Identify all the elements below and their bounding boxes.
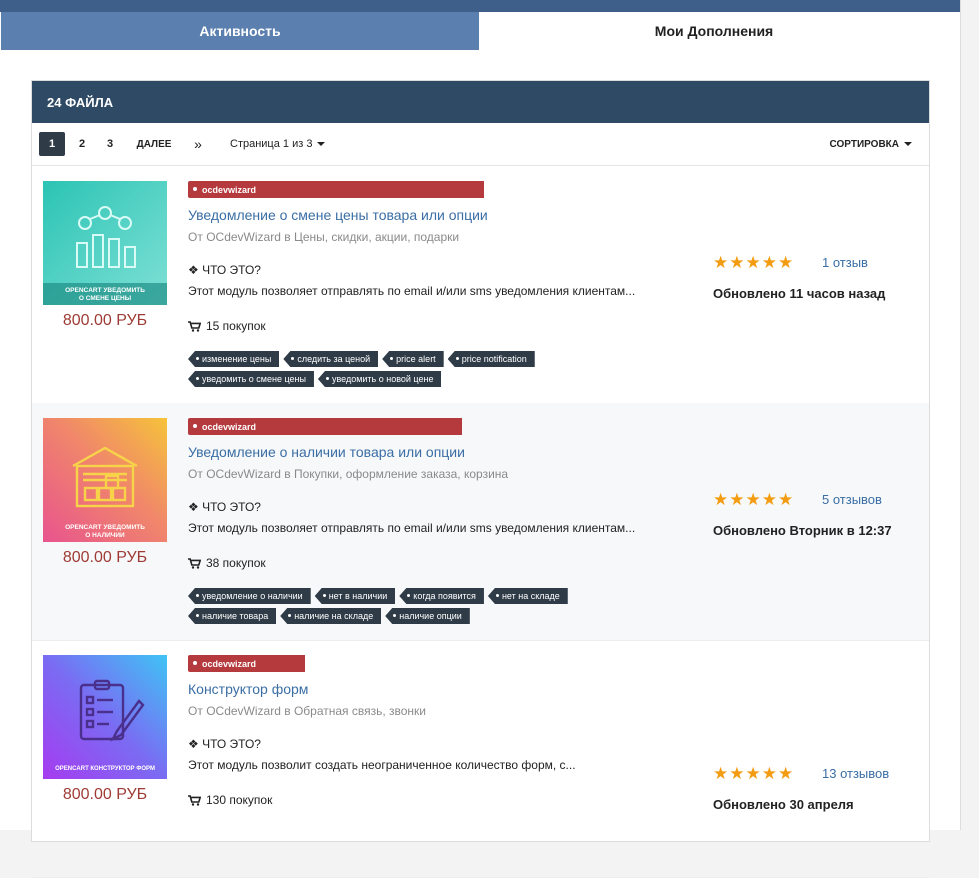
file-title-link[interactable]: Конструктор форм <box>188 681 308 697</box>
category-link[interactable]: Покупки, оформление заказа, корзина <box>294 467 508 481</box>
author-badge[interactable]: ocdevwizard <box>188 418 462 435</box>
cart-icon <box>188 320 201 332</box>
rating-stars: ★★★★★ <box>713 490 794 510</box>
sort-dropdown[interactable]: СОРТИРОВКА <box>830 132 912 156</box>
page-jump-dropdown[interactable]: Страница 1 из 3 <box>230 132 326 156</box>
byline: От OCdevWizard в Покупки, оформление зак… <box>188 467 509 481</box>
price: 800.00 РУБ <box>62 549 148 566</box>
file-title-link[interactable]: Уведомление о смене цены товара или опци… <box>188 207 488 223</box>
author-link[interactable]: OCdevWizard <box>206 467 281 481</box>
reviews-link[interactable]: 1 отзыв <box>822 253 868 273</box>
page-info-label: Страница 1 из 3 <box>230 138 313 150</box>
cart-icon <box>188 794 201 806</box>
tag[interactable]: нет в наличии <box>314 588 396 604</box>
tag[interactable]: следить за ценой <box>283 351 379 367</box>
product-thumbnail[interactable]: OPENCART УВЕДОМИТЬ О СМЕНЕ ЦЕНЫ <box>43 181 167 305</box>
caret-down-icon <box>317 142 326 146</box>
purchase-count: 15 покупок <box>188 319 266 333</box>
reviews-link[interactable]: 5 отзывов <box>822 490 882 510</box>
tag[interactable]: уведомление о наличии <box>188 588 311 604</box>
product-thumbnail[interactable]: OPENCART КОНСТРУКТОР ФОРМ <box>43 655 167 779</box>
tag-list: изменение цены следить за ценой price aler… <box>188 349 638 389</box>
page-2-button[interactable]: 2 <box>72 132 92 156</box>
what-is-heading: ❖ ЧТО ЭТО? <box>188 737 261 751</box>
star-icons: ★★★★★ <box>713 253 795 272</box>
thumb-caption: OPENCART УВЕДОМИТЬ <box>65 524 145 531</box>
tag[interactable]: наличие на складе <box>280 608 382 624</box>
cart-icon <box>188 557 201 569</box>
file-description: Этот модуль позволяет отправлять по emai… <box>188 521 636 535</box>
what-is-heading: ❖ ЧТО ЭТО? <box>188 263 261 277</box>
author-badge[interactable]: ocdevwizard <box>188 655 305 672</box>
file-list-item: OPENCART УВЕДОМИТЬ О НАЛИЧИИ 800.00 РУБ … <box>32 403 929 641</box>
author-badge[interactable]: ocdevwizard <box>188 181 484 198</box>
file-description: Этот модуль позволяет отправлять по emai… <box>188 284 636 298</box>
byline: От OCdevWizard в Цены, скидки, акции, по… <box>188 230 460 244</box>
tag[interactable]: наличие товара <box>188 608 277 624</box>
tag[interactable]: изменение цены <box>188 351 280 367</box>
updated-timestamp: Обновлено 30 апреля <box>713 797 854 812</box>
tag[interactable]: уведомить о смене цены <box>188 371 314 387</box>
reviews-link[interactable]: 13 отзывов <box>822 764 889 784</box>
rating-stars: ★★★★★ <box>713 764 794 784</box>
price: 800.00 РУБ <box>62 786 148 803</box>
tab-bar: Активность Мои Дополнения <box>1 12 948 50</box>
files-panel: 24 ФАЙЛА 1 2 3 ДАЛЕЕ » Страница 1 из 3 С… <box>31 80 930 878</box>
updated-timestamp: Обновлено Вторник в 12:37 <box>713 523 892 538</box>
author-link[interactable]: OCdevWizard <box>206 704 281 718</box>
file-list-item: OPENCART УВЕДОМИТЬ О СМЕНЕ ЦЕНЫ 800.00 Р… <box>32 166 929 404</box>
star-icons: ★★★★★ <box>713 490 795 509</box>
file-description: Этот модуль позволит создать неограничен… <box>188 758 576 772</box>
top-bar <box>0 0 960 12</box>
rating-stars: ★★★★★ <box>713 253 794 273</box>
page-1-button[interactable]: 1 <box>39 132 65 156</box>
byline: От OCdevWizard в Обратная связь, звонки <box>188 704 427 718</box>
file-list-item: OPENCART КОНСТРУКТОР ФОРМ 800.00 РУБ ocd… <box>32 640 929 878</box>
next-page-button[interactable]: ДАЛЕЕ <box>132 132 176 156</box>
what-is-heading: ❖ ЧТО ЭТО? <box>188 500 261 514</box>
category-link[interactable]: Цены, скидки, акции, подарки <box>294 230 459 244</box>
panel-title: 24 ФАЙЛА <box>32 81 929 123</box>
page-frame: Активность Мои Дополнения 24 ФАЙЛА 1 2 3… <box>0 0 961 878</box>
tag-list: уведомление о наличии нет в наличии когда … <box>188 586 638 626</box>
purchase-count: 130 покупок <box>188 793 272 807</box>
tag[interactable]: уведомить о новой цене <box>317 371 442 387</box>
thumb-caption: OPENCART КОНСТРУКТОР ФОРМ <box>55 766 155 772</box>
sort-label: СОРТИРОВКА <box>829 138 899 150</box>
purchase-count: 38 покупок <box>188 556 266 570</box>
category-link[interactable]: Обратная связь, звонки <box>294 704 426 718</box>
tab-activity[interactable]: Активность <box>1 12 479 50</box>
thumb-caption: О СМЕНЕ ЦЕНЫ <box>79 295 131 302</box>
tag[interactable]: наличие опции <box>385 608 470 624</box>
pagination-bar: 1 2 3 ДАЛЕЕ » Страница 1 из 3 СОРТИРОВКА <box>32 123 929 166</box>
product-thumbnail[interactable]: OPENCART УВЕДОМИТЬ О НАЛИЧИИ <box>43 418 167 542</box>
thumb-caption: О НАЛИЧИИ <box>85 532 125 539</box>
updated-timestamp: Обновлено 11 часов назад <box>713 286 886 301</box>
tag[interactable]: price alert <box>382 351 444 367</box>
price: 800.00 РУБ <box>62 312 148 329</box>
author-link[interactable]: OCdevWizard <box>206 230 281 244</box>
page-3-button[interactable]: 3 <box>100 132 120 156</box>
tag[interactable]: когда появится <box>399 588 484 604</box>
star-icons: ★★★★★ <box>713 764 795 783</box>
tab-my-addons[interactable]: Мои Дополнения <box>480 12 948 50</box>
file-title-link[interactable]: Уведомление о наличии товара или опции <box>188 444 465 460</box>
last-page-button[interactable]: » <box>188 132 208 156</box>
thumb-caption: OPENCART УВЕДОМИТЬ <box>65 287 145 294</box>
tag[interactable]: price notification <box>447 351 535 367</box>
caret-down-icon <box>904 142 912 146</box>
tag[interactable]: нет на складе <box>487 588 568 604</box>
